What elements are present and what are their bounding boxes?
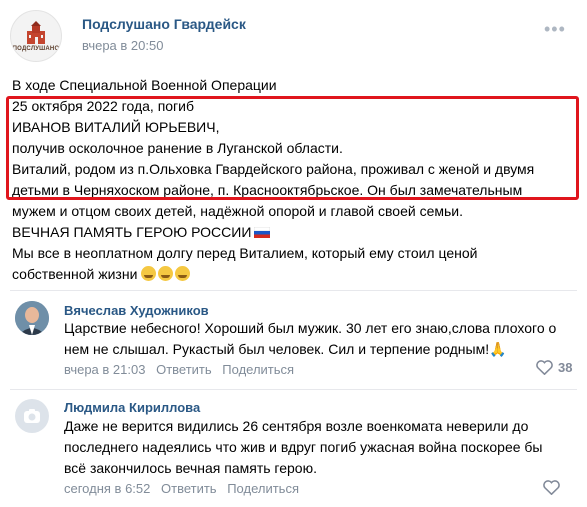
crying-emoji-icon — [158, 266, 174, 281]
comment-author-link[interactable]: Вячеслав Художников — [64, 303, 209, 318]
post-time-link[interactable]: вчера в 20:50 — [82, 38, 163, 53]
comment-line: Царствие небесного! Хороший был мужик. 3… — [64, 320, 557, 336]
reply-button[interactable]: Ответить — [161, 481, 217, 496]
comment-text: Царствие небесного! Хороший был мужик. 3… — [64, 318, 574, 360]
post-line: Мы все в неоплатном долгу перед Виталием… — [12, 245, 478, 261]
comment-line: нем не слышал. Рукастый был человек. Сил… — [64, 341, 507, 357]
share-button[interactable]: Поделиться — [227, 481, 299, 496]
comment-meta: вчера в 21:03 Ответить Поделиться — [64, 362, 294, 377]
comment-meta: сегодня в 6:52 Ответить Поделиться — [64, 481, 299, 496]
divider — [10, 290, 577, 291]
comment-text: Даже не верится видились 26 сентября воз… — [64, 416, 574, 479]
red-highlight-box — [6, 96, 579, 200]
comment-line: всё закончилось вечная память герою. — [64, 460, 317, 476]
divider — [10, 389, 577, 390]
logo-text: ПОДСЛУШАНО — [12, 45, 60, 52]
post-line-with-flag: ВЕЧНАЯ ПАМЯТЬ ГЕРОЮ РОССИИ — [12, 222, 582, 243]
like-count: 38 — [558, 360, 573, 375]
heart-icon — [536, 360, 553, 375]
like-button[interactable]: 38 — [536, 360, 572, 375]
share-button[interactable]: Поделиться — [222, 362, 294, 377]
commenter-avatar[interactable] — [15, 301, 49, 335]
camera-icon — [24, 409, 40, 423]
comment-line: последнего надеялись что жив и вдруг пог… — [64, 439, 543, 455]
more-options-icon[interactable]: ••• — [544, 20, 566, 38]
post-line-text: собственной жизни — [12, 266, 138, 282]
post-line: В ходе Специальной Военной Операции — [12, 77, 277, 93]
comment-author-link[interactable]: Людмила Кириллова — [64, 400, 200, 415]
comment-line: Даже не верится видились 26 сентября воз… — [64, 418, 529, 434]
reply-button[interactable]: Ответить — [156, 362, 212, 377]
like-button[interactable] — [543, 480, 565, 495]
russian-flag-icon — [254, 227, 271, 238]
comment-time-link[interactable]: сегодня в 6:52 — [64, 481, 150, 496]
comment-time-link[interactable]: вчера в 21:03 — [64, 362, 145, 377]
post-line-text: ВЕЧНАЯ ПАМЯТЬ ГЕРОЮ РОССИИ — [12, 224, 252, 240]
group-name-link[interactable]: Подслушано Гвардейск — [82, 16, 246, 32]
commenter-avatar[interactable] — [15, 399, 49, 433]
heart-icon — [543, 480, 560, 495]
tower-logo-icon — [27, 20, 45, 44]
group-avatar[interactable]: ПОДСЛУШАНО — [10, 10, 62, 62]
crying-emoji-icon — [175, 266, 191, 281]
post-line: мужем и отцом своих детей, надёжной опор… — [12, 203, 463, 219]
person-photo-icon — [15, 301, 49, 335]
post-line-with-emoji: собственной жизни — [12, 264, 582, 285]
crying-emoji-icon — [141, 266, 157, 281]
